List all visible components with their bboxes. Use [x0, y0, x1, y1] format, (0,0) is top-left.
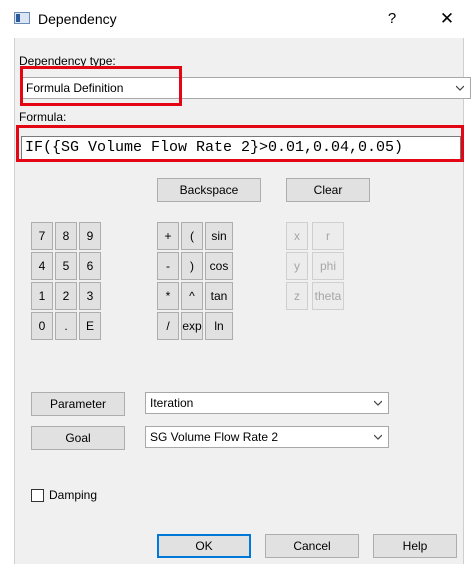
operator-key[interactable]: (	[181, 222, 203, 250]
variable-key: y	[286, 252, 308, 280]
operator-key[interactable]: *	[157, 282, 179, 310]
digit-key[interactable]: 5	[55, 252, 77, 280]
title-bar: Dependency ? ✕	[0, 0, 476, 38]
parameter-select[interactable]: Iteration	[145, 392, 389, 414]
dialog-body: Dependency type: Formula Definition Form…	[14, 38, 471, 564]
window-title: Dependency	[38, 11, 117, 27]
app-icon	[14, 12, 30, 24]
digit-key[interactable]: 6	[79, 252, 101, 280]
parameter-value: Iteration	[150, 396, 194, 410]
operator-key[interactable]: cos	[205, 252, 233, 280]
clear-button[interactable]: Clear	[286, 178, 370, 202]
goal-button[interactable]: Goal	[31, 426, 125, 450]
variable-key: z	[286, 282, 308, 310]
goal-select[interactable]: SG Volume Flow Rate 2	[145, 426, 389, 448]
digit-key[interactable]: 3	[79, 282, 101, 310]
digit-key[interactable]: 2	[55, 282, 77, 310]
digit-key[interactable]: 4	[31, 252, 53, 280]
dependency-type-label: Dependency type:	[19, 54, 116, 68]
variable-key: r	[312, 222, 344, 250]
ok-button[interactable]: OK	[157, 534, 251, 558]
operator-key[interactable]: +	[157, 222, 179, 250]
digit-key[interactable]: E	[79, 312, 101, 340]
chevron-down-icon	[456, 85, 464, 91]
chevron-down-icon	[374, 434, 382, 440]
close-icon[interactable]: ✕	[436, 9, 458, 29]
operator-key[interactable]: tan	[205, 282, 233, 310]
operator-key[interactable]: exp	[181, 312, 203, 340]
operator-key[interactable]: ln	[205, 312, 233, 340]
operator-key[interactable]: -	[157, 252, 179, 280]
digit-key[interactable]: 1	[31, 282, 53, 310]
formula-input[interactable]: IF({SG Volume Flow Rate 2}>0.01,0.04,0.0…	[21, 136, 461, 160]
damping-checkbox[interactable]	[31, 489, 44, 502]
formula-label: Formula:	[19, 110, 67, 124]
parameter-button[interactable]: Parameter	[31, 392, 125, 416]
backspace-button[interactable]: Backspace	[157, 178, 261, 202]
digit-key[interactable]: 0	[31, 312, 53, 340]
variable-key: x	[286, 222, 308, 250]
digit-key[interactable]: 8	[55, 222, 77, 250]
digit-key[interactable]: 7	[31, 222, 53, 250]
operator-key[interactable]: /	[157, 312, 179, 340]
digit-key[interactable]: .	[55, 312, 77, 340]
operator-key[interactable]: )	[181, 252, 203, 280]
operator-key[interactable]: ^	[181, 282, 203, 310]
dependency-type-value: Formula Definition	[26, 81, 124, 95]
dependency-type-select[interactable]: Formula Definition	[21, 77, 471, 99]
variable-key: theta	[312, 282, 344, 310]
help-button[interactable]: Help	[373, 534, 457, 558]
digit-key[interactable]: 9	[79, 222, 101, 250]
cancel-button[interactable]: Cancel	[265, 534, 359, 558]
goal-value: SG Volume Flow Rate 2	[150, 430, 279, 444]
operator-key[interactable]: sin	[205, 222, 233, 250]
damping-label: Damping	[49, 488, 98, 502]
chevron-down-icon	[374, 400, 382, 406]
help-title-button[interactable]: ?	[382, 9, 402, 29]
variable-key: phi	[312, 252, 344, 280]
